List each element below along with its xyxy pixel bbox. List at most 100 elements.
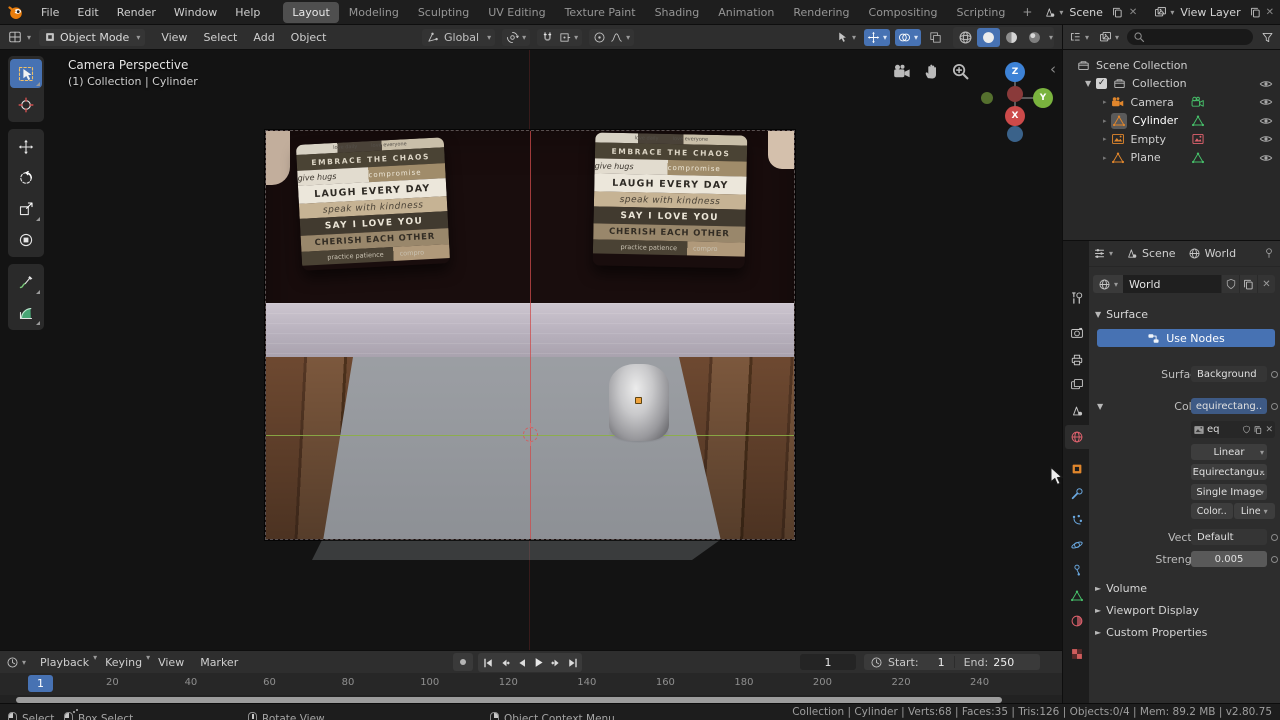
proportional-editing-icon[interactable] xyxy=(593,31,606,44)
image-icon[interactable] xyxy=(1193,424,1205,436)
axis-z-positive[interactable]: Z xyxy=(1005,62,1025,82)
scrollbar-thumb[interactable] xyxy=(16,697,1002,703)
pivot-point-dropdown[interactable]: ▾ xyxy=(502,29,530,46)
axis-y-negative[interactable] xyxy=(1007,86,1023,102)
color-space-dropdown[interactable]: Linear▾ xyxy=(1191,444,1267,460)
falloff-curve-icon[interactable] xyxy=(610,31,623,44)
outliner-item-label[interactable]: Plane xyxy=(1131,151,1161,164)
timeline-menu-keying[interactable]: Keying xyxy=(97,653,150,672)
timeline-menu-playback[interactable]: Playback xyxy=(32,653,97,672)
jump-end-button[interactable] xyxy=(564,654,581,671)
outliner-row-camera[interactable]: ▸Camera xyxy=(1063,93,1280,112)
line-dropdown[interactable]: Line▾ xyxy=(1234,503,1276,519)
view-layer-name[interactable]: View Layer xyxy=(1180,6,1240,19)
editor-type-3d-viewport-icon[interactable] xyxy=(6,29,24,45)
show-gizmo-toggle[interactable]: ▾ xyxy=(864,29,890,46)
show-overlays-toggle[interactable]: ▾ xyxy=(895,29,921,46)
snap-controls[interactable]: ▾ xyxy=(537,29,582,46)
color-texture-button[interactable]: equirectang.. xyxy=(1191,398,1267,414)
playhead-current-frame[interactable]: 1 xyxy=(28,675,53,692)
workspace-tab-rendering[interactable]: Rendering xyxy=(784,2,858,23)
properties-tab-render[interactable] xyxy=(1065,321,1089,345)
prev-keyframe-button[interactable] xyxy=(496,654,513,671)
properties-tab-modifiers[interactable] xyxy=(1065,482,1089,506)
fake-user-shield-icon[interactable] xyxy=(1221,275,1239,293)
scene-selector[interactable]: ▾ Scene ✕ xyxy=(1043,5,1140,20)
outliner-item-label[interactable]: Empty xyxy=(1131,133,1166,146)
filter-funnel-icon[interactable] xyxy=(1261,31,1274,44)
collection-expand-icon[interactable]: ▼ xyxy=(1085,79,1091,88)
object-type-visibility-dropdown[interactable]: ▾ xyxy=(833,29,859,46)
use-nodes-button[interactable]: Use Nodes xyxy=(1097,329,1275,347)
xray-toggle[interactable] xyxy=(926,29,945,46)
viewport-menu-view[interactable]: View xyxy=(153,27,195,48)
new-view-layer-icon[interactable] xyxy=(1247,5,1264,20)
tool-tweak-select-button[interactable] xyxy=(10,59,42,88)
mode-dropdown[interactable]: Object Mode ▾ xyxy=(39,29,145,46)
menu-render[interactable]: Render xyxy=(108,2,165,23)
scene-collection-label[interactable]: Scene Collection xyxy=(1096,59,1187,72)
play-reverse-button[interactable] xyxy=(513,654,530,671)
axis-y-positive[interactable]: Y xyxy=(1033,88,1053,108)
viewport-menu-add[interactable]: Add xyxy=(245,27,282,48)
properties-tab-constraints[interactable] xyxy=(1065,558,1089,582)
shading-material-button[interactable] xyxy=(1000,28,1023,47)
tool-annotate-button[interactable] xyxy=(10,267,42,296)
viewport-menu-object[interactable]: Object xyxy=(283,27,335,48)
add-workspace-button[interactable]: + xyxy=(1015,3,1039,21)
display-mode-icon[interactable] xyxy=(1099,31,1112,44)
3d-viewport[interactable]: Camera Perspective (1) Collection | Cyli… xyxy=(0,50,1062,650)
workspace-tab-uv-editing[interactable]: UV Editing xyxy=(479,2,554,23)
expand-icon[interactable]: ▸ xyxy=(1103,135,1107,143)
properties-tab-view-layer[interactable] xyxy=(1065,373,1089,397)
menu-help[interactable]: Help xyxy=(226,2,269,23)
start-frame-field[interactable]: 1 xyxy=(938,656,945,669)
properties-tab-scene[interactable] xyxy=(1065,399,1089,423)
vector-dropdown[interactable]: Default xyxy=(1191,529,1267,545)
visibility-eye-icon[interactable] xyxy=(1259,151,1273,165)
magnet-icon[interactable] xyxy=(541,31,554,44)
image-unlink-icon[interactable]: ✕ xyxy=(1265,425,1273,435)
tool-transform-button[interactable] xyxy=(10,225,42,254)
play-button[interactable] xyxy=(530,654,547,671)
shading-wireframe-button[interactable] xyxy=(954,28,977,47)
image-fake-user-icon[interactable] xyxy=(1242,425,1251,434)
pin-icon[interactable] xyxy=(1263,247,1275,259)
visibility-eye-icon[interactable] xyxy=(1259,95,1273,109)
properties-tab-physics[interactable] xyxy=(1065,533,1089,557)
copy-datablock-icon[interactable] xyxy=(1239,275,1257,293)
tool-cursor-button[interactable] xyxy=(10,90,42,119)
view-layer-selector[interactable]: ▾ View Layer ✕ xyxy=(1154,5,1276,20)
auto-keying-record-button[interactable] xyxy=(453,653,473,671)
strength-slider[interactable]: 0.005 xyxy=(1191,551,1267,567)
menu-file[interactable]: File xyxy=(32,2,68,23)
outliner-row-cylinder[interactable]: ▸ Cylinder xyxy=(1063,112,1280,131)
menu-edit[interactable]: Edit xyxy=(68,2,107,23)
outliner-item-label[interactable]: Cylinder xyxy=(1133,114,1179,127)
expand-icon[interactable]: ▸ xyxy=(1103,117,1107,125)
menu-window[interactable]: Window xyxy=(165,2,226,23)
viewport-menu-select[interactable]: Select xyxy=(195,27,245,48)
zoom-icon[interactable] xyxy=(951,62,970,81)
timeline-menu-marker[interactable]: Marker xyxy=(192,653,246,672)
editor-type-outliner-icon[interactable] xyxy=(1069,31,1082,44)
editor-type-timeline-icon[interactable] xyxy=(6,656,19,669)
timeline-menu-view[interactable]: View xyxy=(150,653,192,672)
scene-name[interactable]: Scene xyxy=(1069,6,1103,19)
axis-x-negative[interactable] xyxy=(981,92,993,104)
delete-scene-icon[interactable]: ✕ xyxy=(1126,7,1140,18)
surface-decorator-dot[interactable] xyxy=(1271,371,1278,378)
source-dropdown[interactable]: Single Image▾ xyxy=(1191,484,1267,500)
outliner-row-collection[interactable]: ▼✓Collection xyxy=(1063,75,1280,94)
outliner-search-input[interactable] xyxy=(1127,29,1253,45)
axis-x-positive[interactable]: X xyxy=(1005,106,1025,126)
outliner-row-scene-collection[interactable]: Scene Collection xyxy=(1063,56,1280,75)
workspace-tab-texture-paint[interactable]: Texture Paint xyxy=(556,2,645,23)
navigation-axis-gizmo[interactable]: ZYX xyxy=(973,56,1057,152)
workspace-tab-layout[interactable]: Layout xyxy=(283,2,338,23)
snap-target-icon[interactable] xyxy=(558,31,571,44)
properties-tab-output[interactable] xyxy=(1065,348,1089,372)
workspace-tab-sculpting[interactable]: Sculpting xyxy=(409,2,478,23)
surface-panel-header[interactable]: ▼ Surface xyxy=(1089,305,1280,323)
shading-solid-button[interactable] xyxy=(977,28,1000,47)
